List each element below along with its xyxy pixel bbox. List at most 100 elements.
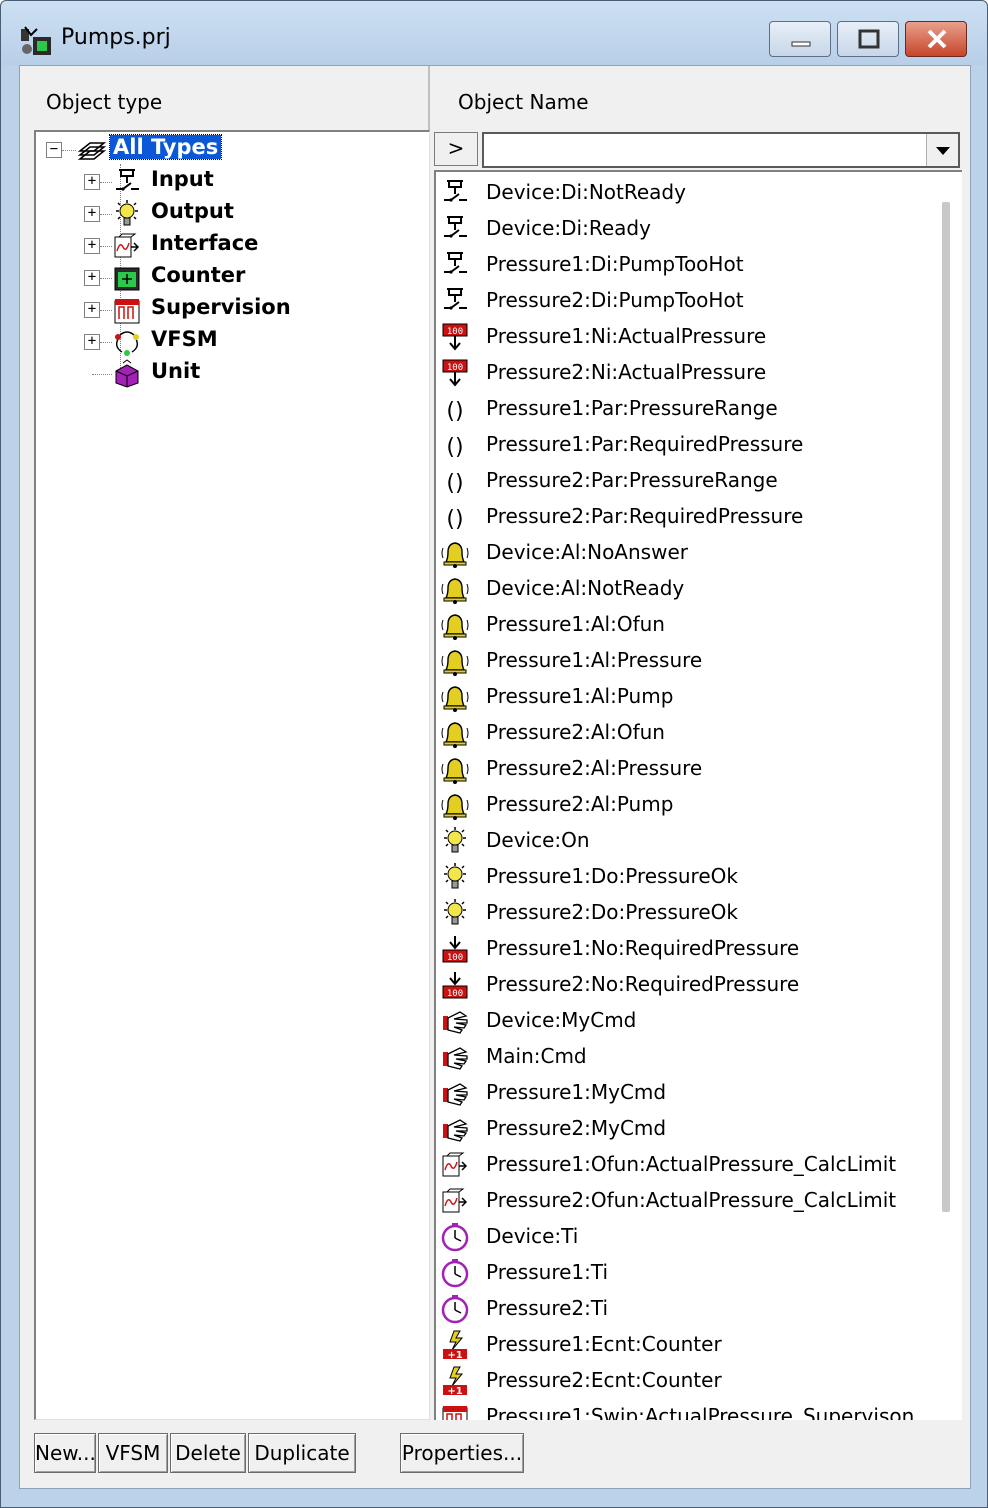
list-item[interactable]: Pressure1:MyCmd xyxy=(436,1076,936,1112)
list-item[interactable]: 100 Pressure1:No:RequiredPressure xyxy=(436,932,936,968)
vertical-scrollbar[interactable] xyxy=(942,202,950,1212)
expand-toggle[interactable]: + xyxy=(84,302,100,318)
expand-toggle[interactable]: + xyxy=(84,206,100,222)
list-item[interactable]: Device:Ti xyxy=(436,1220,936,1256)
list-item[interactable]: Pressure1:Ofun:ActualPressure_CalcLimit xyxy=(436,1148,936,1184)
object-name: Pressure2:Ni:ActualPressure xyxy=(486,360,767,384)
output-icon xyxy=(444,863,466,889)
list-item[interactable]: Pressure1:Al:Ofun xyxy=(436,608,936,644)
list-item[interactable]: Main:Cmd xyxy=(436,1040,936,1076)
tree-line xyxy=(100,214,112,215)
alarm-icon xyxy=(441,758,469,784)
tree-item-label: All Types xyxy=(108,134,223,160)
list-item[interactable]: Device:Al:NoAnswer xyxy=(436,536,936,572)
delete-button[interactable]: Delete xyxy=(170,1433,246,1473)
name-filter-combo[interactable] xyxy=(482,132,960,168)
maximize-button[interactable] xyxy=(837,21,899,57)
object-name: Device:On xyxy=(486,828,590,852)
list-item[interactable]: Device:Di:Ready xyxy=(436,212,936,248)
list-item[interactable]: Pressure2:Al:Ofun xyxy=(436,716,936,752)
list-item[interactable]: Pressure1:Di:PumpTooHot xyxy=(436,248,936,284)
command-icon xyxy=(443,1047,468,1070)
object-name: Pressure2:Par:RequiredPressure xyxy=(486,504,804,528)
project-window: Pumps.prj Object type Object Name − All xyxy=(0,0,988,1508)
object-name: Pressure1:Ofun:ActualPressure_CalcLimit xyxy=(486,1152,897,1176)
list-item[interactable]: Device:MyCmd xyxy=(436,1004,936,1040)
command-icon xyxy=(443,1119,468,1142)
list-item[interactable]: Pressure2:Al:Pressure xyxy=(436,752,936,788)
new-button[interactable]: New... xyxy=(34,1433,96,1473)
object-name: Pressure2:Do:PressureOk xyxy=(486,900,738,924)
expand-toggle[interactable]: + xyxy=(84,334,100,350)
list-item[interactable]: () Pressure2:Par:PressureRange xyxy=(436,464,936,500)
supervision-icon xyxy=(442,1406,468,1420)
title-bar[interactable]: Pumps.prj xyxy=(1,1,987,65)
object-name: Main:Cmd xyxy=(486,1044,587,1068)
duplicate-button[interactable]: Duplicate xyxy=(248,1433,356,1473)
close-button[interactable] xyxy=(905,21,967,57)
object-name: Device:Al:NoAnswer xyxy=(486,540,688,564)
svg-text:+1: +1 xyxy=(447,1386,462,1396)
list-item[interactable]: Pressure1:Al:Pressure xyxy=(436,644,936,680)
list-item[interactable]: Pressure1:Ti xyxy=(436,1256,936,1292)
event-counter-icon: +1 xyxy=(443,1366,467,1396)
list-item[interactable]: () Pressure1:Par:PressureRange xyxy=(436,392,936,428)
minimize-button[interactable] xyxy=(769,21,831,57)
tree-line xyxy=(100,342,112,343)
list-item[interactable]: Pressure1:Al:Pump xyxy=(436,680,936,716)
list-item[interactable]: Pressure1:Swip:ActualPressure_Supervison xyxy=(436,1400,936,1420)
svg-text:+1: +1 xyxy=(447,1350,462,1360)
vfsm-button[interactable]: VFSM xyxy=(98,1433,168,1473)
event-counter-icon: +1 xyxy=(443,1330,467,1360)
list-item[interactable]: Device:Al:NotReady xyxy=(436,572,936,608)
object-name: Pressure1:Di:PumpTooHot xyxy=(486,252,744,276)
list-item[interactable]: 100 Pressure1:Ni:ActualPressure xyxy=(436,320,936,356)
parameter-icon: () xyxy=(446,399,463,424)
object-name: Device:Di:Ready xyxy=(486,216,651,240)
list-item[interactable]: +1 Pressure1:Ecnt:Counter xyxy=(436,1328,936,1364)
list-item[interactable]: () Pressure1:Par:RequiredPressure xyxy=(436,428,936,464)
expand-toggle[interactable]: + xyxy=(84,238,100,254)
object-name-header[interactable]: Object Name xyxy=(432,66,972,130)
timer-icon xyxy=(441,1223,469,1252)
object-type-header[interactable]: Object type xyxy=(20,66,430,130)
object-type-tree[interactable]: − All Types + Input + Output + Interface + Coun… xyxy=(34,130,430,1420)
object-name: Device:Ti xyxy=(486,1224,579,1248)
alarm-icon xyxy=(441,542,469,568)
filter-button[interactable]: > xyxy=(434,132,478,166)
list-item[interactable]: Pressure2:Do:PressureOk xyxy=(436,896,936,932)
list-item[interactable]: Pressure1:Do:PressureOk xyxy=(436,860,936,896)
interface-icon xyxy=(114,233,140,258)
input-icon xyxy=(444,252,467,274)
list-item[interactable]: Pressure2:MyCmd xyxy=(436,1112,936,1148)
minimize-icon xyxy=(791,41,811,47)
list-item[interactable]: Pressure2:Al:Pump xyxy=(436,788,936,824)
list-item[interactable]: +1 Pressure2:Ecnt:Counter xyxy=(436,1364,936,1400)
expand-toggle[interactable]: + xyxy=(84,174,100,190)
list-item[interactable]: Device:Di:NotReady xyxy=(436,176,936,212)
object-name: Pressure1:No:RequiredPressure xyxy=(486,936,800,960)
properties-button[interactable]: Properties... xyxy=(400,1433,524,1473)
list-item[interactable]: () Pressure2:Par:RequiredPressure xyxy=(436,500,936,536)
svg-text:(): () xyxy=(446,471,463,496)
window-title: Pumps.prj xyxy=(61,25,171,50)
tree-line xyxy=(100,182,112,183)
expand-toggle[interactable]: + xyxy=(84,270,100,286)
list-item[interactable]: 100 Pressure2:Ni:ActualPressure xyxy=(436,356,936,392)
list-item[interactable]: Pressure2:Ofun:ActualPressure_CalcLimit xyxy=(436,1184,936,1220)
list-item[interactable]: Device:On xyxy=(436,824,936,860)
all-types-icon xyxy=(77,142,106,160)
chevron-down-icon[interactable] xyxy=(926,134,958,166)
list-item[interactable]: 100 Pressure2:No:RequiredPressure xyxy=(436,968,936,1004)
object-name: Pressure1:Do:PressureOk xyxy=(486,864,738,888)
object-name: Pressure2:Ecnt:Counter xyxy=(486,1368,722,1392)
object-name: Pressure1:Ti xyxy=(486,1260,609,1284)
list-item[interactable]: Pressure2:Di:PumpTooHot xyxy=(436,284,936,320)
alarm-icon xyxy=(441,578,469,604)
vfsm-icon xyxy=(115,331,139,356)
collapse-toggle[interactable]: − xyxy=(46,142,62,158)
object-name-list[interactable]: Device:Di:NotReady Device:Di:Ready Pressur… xyxy=(434,170,962,1420)
list-item[interactable]: Pressure2:Ti xyxy=(436,1292,936,1328)
close-icon xyxy=(927,29,947,49)
output-icon xyxy=(444,899,466,925)
